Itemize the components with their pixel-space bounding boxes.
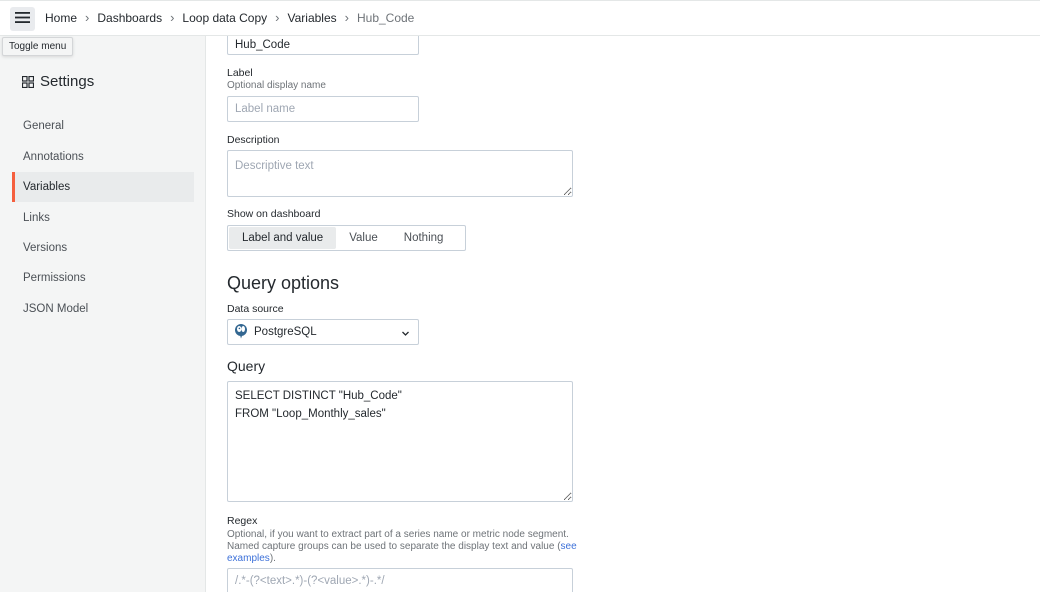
option-nothing[interactable]: Nothing	[391, 227, 457, 249]
sidebar-item-annotations[interactable]: Annotations	[12, 142, 194, 172]
description-field-title: Description	[227, 134, 280, 146]
chevron-down-icon	[401, 327, 410, 341]
sidebar-item-json-model[interactable]: JSON Model	[12, 294, 194, 324]
breadcrumb-dashboards[interactable]: Dashboards	[97, 11, 162, 25]
top-navbar: Home › Dashboards › Loop data Copy › Var…	[0, 0, 1040, 36]
sidebar-item-variables[interactable]: Variables	[12, 172, 194, 202]
chevron-right-icon: ›	[170, 10, 175, 25]
data-source-value: PostgreSQL	[254, 326, 317, 338]
label-field-title: Label	[227, 67, 253, 79]
breadcrumb-home[interactable]: Home	[45, 11, 77, 25]
show-on-dashboard-radio-group: Label and value Value Nothing	[227, 225, 466, 251]
breadcrumb: Home › Dashboards › Loop data Copy › Var…	[45, 11, 414, 25]
option-label-and-value[interactable]: Label and value	[229, 227, 337, 249]
description-textarea[interactable]	[227, 150, 573, 197]
query-options-title: Query options	[227, 273, 340, 293]
sidebar-item-permissions[interactable]: Permissions	[12, 263, 194, 293]
regex-description-line2: Named capture groups can be used to sepa…	[227, 541, 561, 552]
regex-title: Regex	[227, 515, 258, 527]
show-on-dashboard-title: Show on dashboard	[227, 208, 321, 220]
toggle-menu-button[interactable]	[10, 7, 35, 31]
regex-description-line1: Optional, if you want to extract part of…	[227, 529, 569, 540]
regex-description-end: ).	[269, 553, 276, 564]
regex-description: Optional, if you want to extract part of…	[227, 529, 607, 565]
data-source-select[interactable]: PostgreSQL	[227, 319, 419, 345]
sidebar-item-versions[interactable]: Versions	[12, 233, 194, 263]
examples-link[interactable]: examples	[227, 553, 270, 564]
toggle-menu-tooltip: Toggle menu	[2, 37, 74, 56]
breadcrumb-current: Hub_Code	[356, 11, 415, 25]
breadcrumb-variables[interactable]: Variables	[288, 11, 337, 25]
sidebar-item-links[interactable]: Links	[12, 203, 194, 233]
settings-sidebar: Settings General Annotations Variables L…	[0, 36, 206, 592]
breadcrumb-dashboard[interactable]: Loop data Copy	[182, 11, 267, 25]
hamburger-menu-icon	[15, 12, 30, 26]
query-editor[interactable]	[227, 381, 573, 502]
query-title: Query	[227, 358, 266, 374]
name-input[interactable]	[227, 36, 419, 55]
chevron-right-icon: ›	[275, 10, 280, 25]
label-field-description: Optional display name	[227, 80, 326, 91]
option-value[interactable]: Value	[336, 227, 391, 249]
variable-edit-form: Label Optional display name Description …	[207, 36, 1040, 592]
regex-input[interactable]	[227, 568, 573, 592]
data-source-label: Data source	[227, 303, 284, 315]
sidebar-item-general[interactable]: General	[12, 111, 194, 141]
label-input[interactable]	[227, 96, 419, 122]
chevron-right-icon: ›	[85, 10, 90, 25]
settings-title: Settings	[22, 73, 94, 90]
see-examples-link[interactable]: see	[561, 541, 577, 552]
settings-title-text: Settings	[40, 73, 95, 90]
apps-grid-icon	[22, 75, 34, 88]
chevron-right-icon: ›	[344, 10, 349, 25]
postgresql-logo-icon	[233, 323, 249, 342]
